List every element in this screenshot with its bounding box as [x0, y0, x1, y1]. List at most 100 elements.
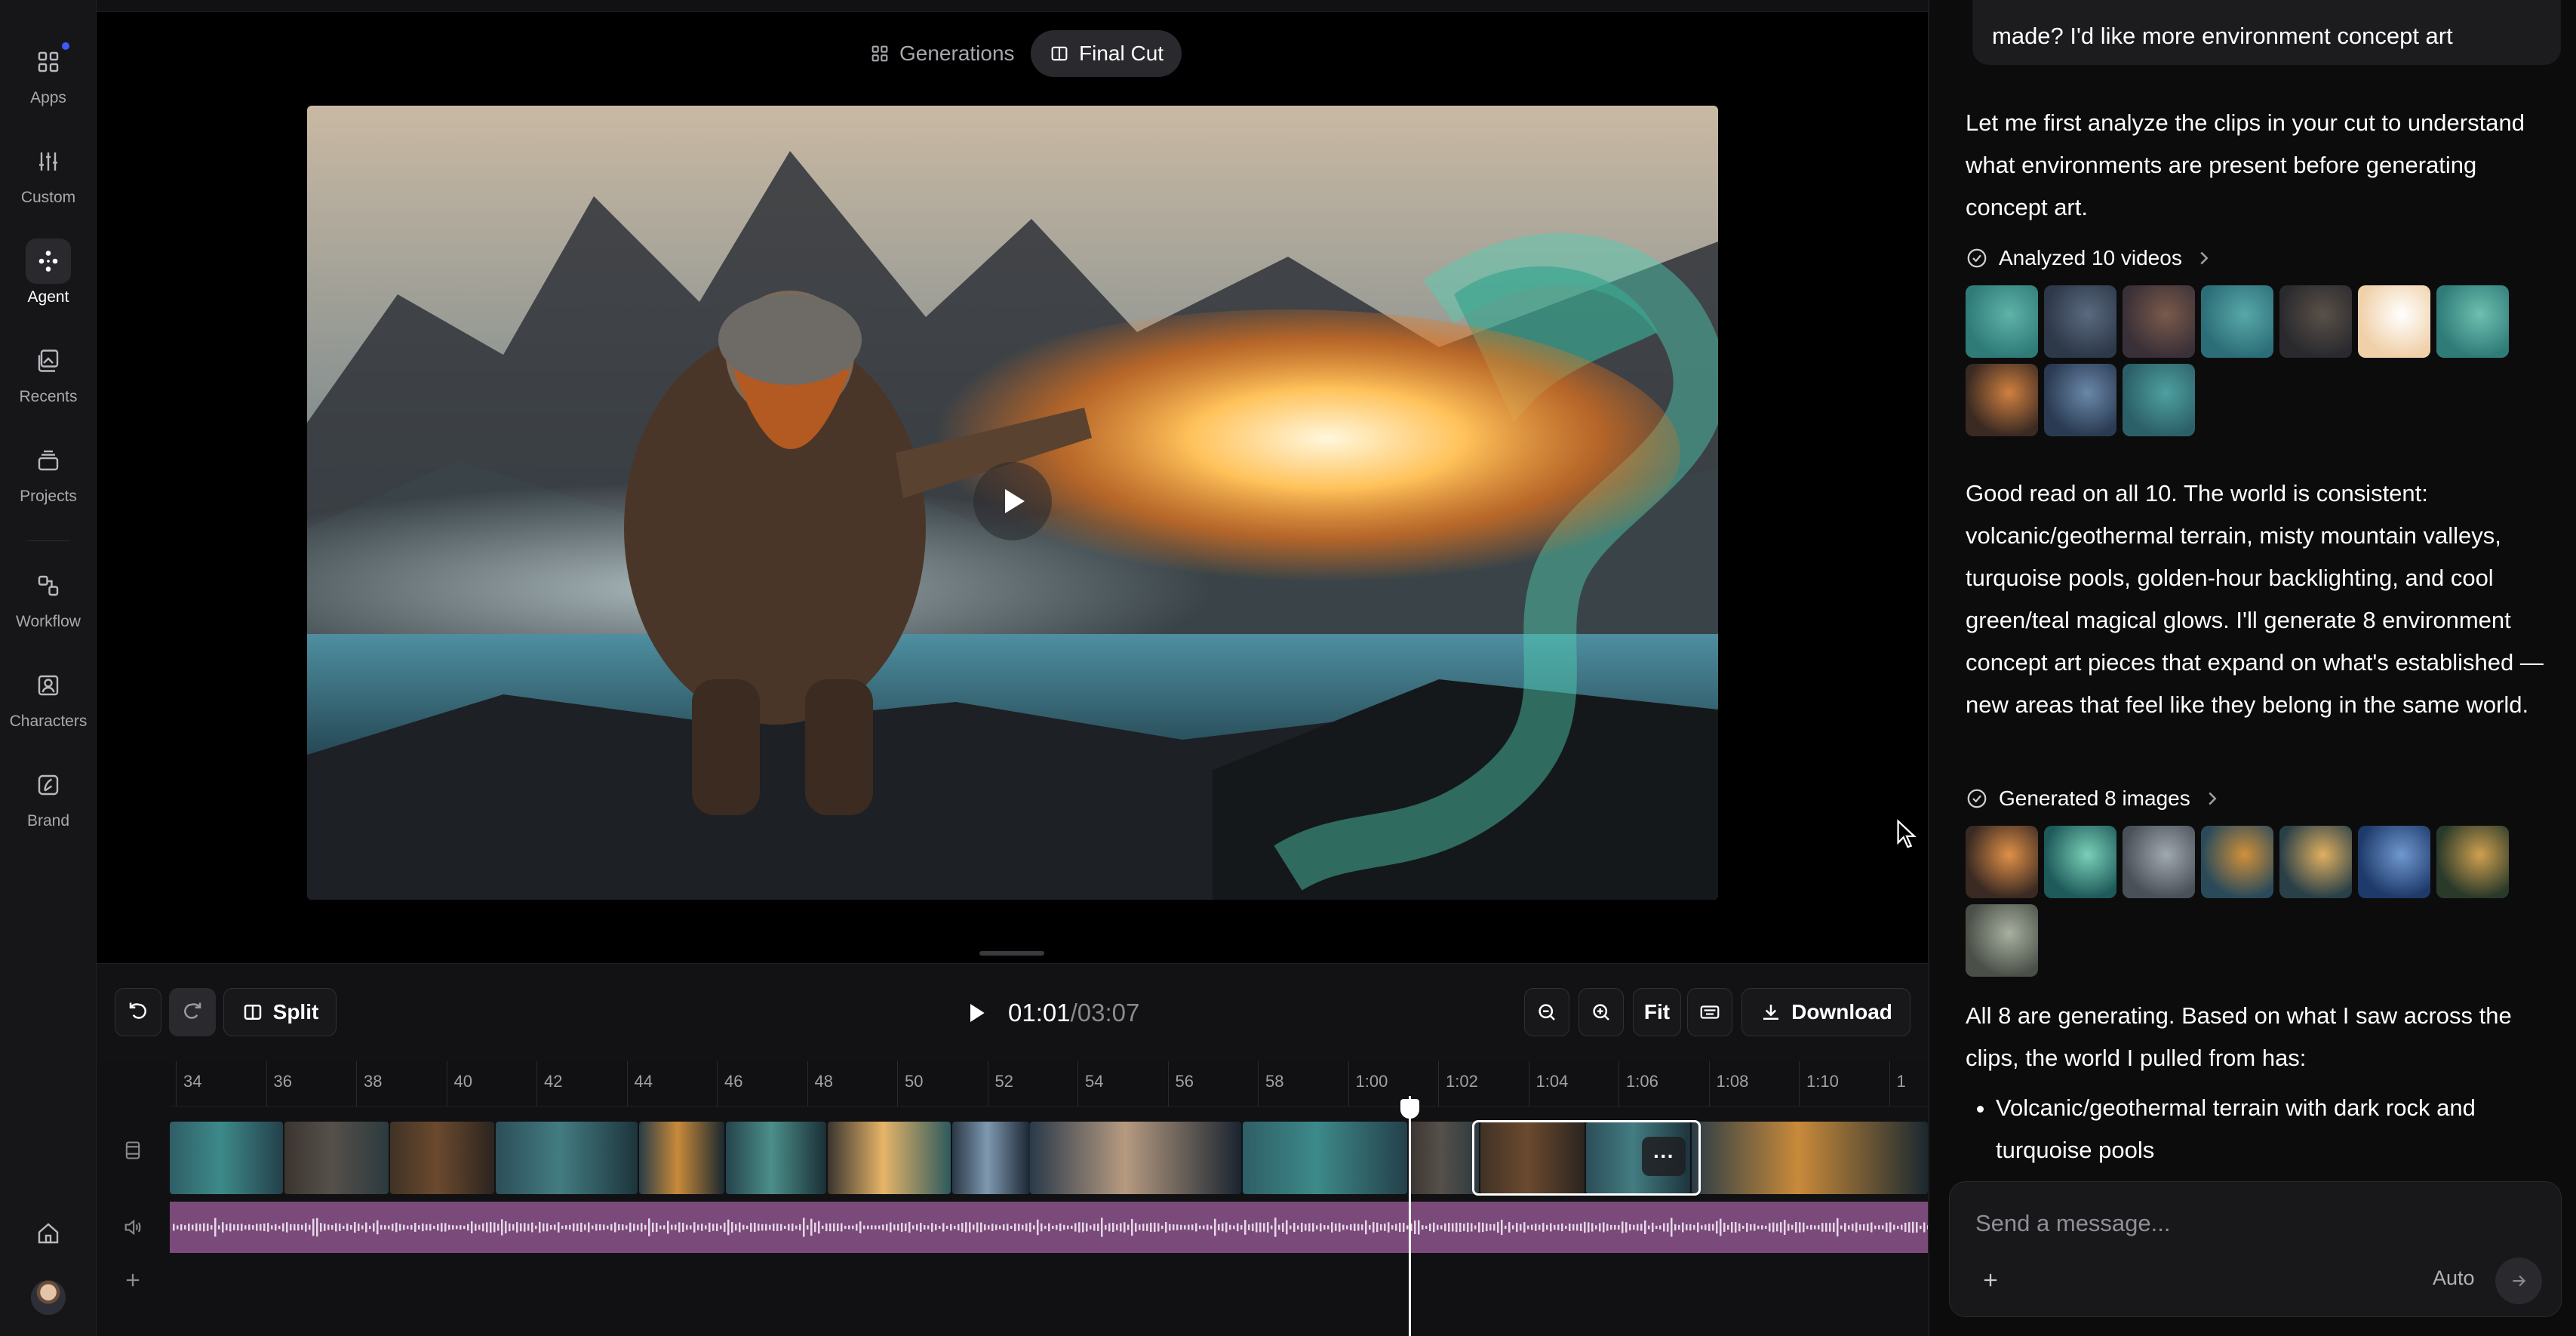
captions-button[interactable]	[1687, 988, 1732, 1036]
timeline-clip[interactable]	[390, 1122, 494, 1194]
waveform-bar	[1252, 1224, 1254, 1231]
video-thumbnail[interactable]	[1966, 364, 2038, 436]
ruler-tick	[1348, 1061, 1349, 1107]
waveform-bar	[1003, 1224, 1005, 1230]
zoom-out-button[interactable]	[1524, 988, 1569, 1036]
waveform-bar	[908, 1221, 911, 1233]
waveform-bar	[1259, 1222, 1262, 1233]
timeline-clip[interactable]	[952, 1122, 1030, 1194]
tab-final-cut[interactable]: Final Cut	[1031, 30, 1182, 77]
waveform-bar	[758, 1224, 760, 1231]
waveform-bar	[942, 1223, 945, 1232]
tool-call-generated[interactable]: Generated 8 images	[1966, 783, 2224, 814]
nav-item-characters[interactable]: Characters	[0, 663, 97, 746]
waveform-bar	[1701, 1225, 1703, 1230]
projects-stack-icon	[26, 438, 71, 483]
video-thumbnail[interactable]	[2436, 285, 2509, 358]
video-thumbnail[interactable]	[1966, 285, 2038, 358]
nav-item-recents[interactable]: Recents	[0, 338, 97, 421]
nav-item-agent[interactable]: Agent	[0, 239, 97, 322]
video-thumbnail[interactable]	[2279, 285, 2352, 358]
play-button[interactable]	[973, 462, 1052, 540]
waveform-bar	[626, 1225, 628, 1230]
image-thumbnail[interactable]	[2358, 826, 2430, 898]
waveform-bar	[1486, 1223, 1488, 1232]
split-button[interactable]: Split	[223, 988, 337, 1036]
timeline-clip[interactable]	[496, 1122, 638, 1194]
playhead[interactable]	[1409, 1096, 1411, 1336]
clip-more-button[interactable]: ···	[1642, 1137, 1686, 1176]
audio-track[interactable]	[170, 1202, 1928, 1253]
home-button[interactable]	[0, 1211, 97, 1256]
image-thumbnail[interactable]	[2279, 826, 2352, 898]
waveform-bar	[1603, 1222, 1605, 1233]
nav-item-custom[interactable]: Custom	[0, 139, 97, 222]
timeline-clip[interactable]	[170, 1122, 283, 1194]
audio-volume-icon[interactable]	[119, 1214, 146, 1241]
waveform-bar	[422, 1223, 424, 1232]
image-thumbnail[interactable]	[2044, 826, 2116, 898]
waveform-bar	[1640, 1224, 1643, 1231]
timeline-clip[interactable]	[639, 1122, 724, 1194]
resize-handle[interactable]	[979, 951, 1044, 956]
ruler-tick	[807, 1061, 808, 1107]
nav-item-brand[interactable]: Brand	[0, 762, 97, 845]
waveform-bar	[1274, 1217, 1277, 1237]
video-thumbnail[interactable]	[2044, 364, 2116, 436]
waveform-bar	[629, 1222, 632, 1233]
timeline-clip[interactable]	[1243, 1122, 1407, 1194]
waveform-bar	[739, 1222, 741, 1233]
video-thumbnail[interactable]	[2201, 285, 2273, 358]
timeline-clip[interactable]	[828, 1122, 951, 1194]
timeline-clip[interactable]	[284, 1122, 389, 1194]
image-thumbnail[interactable]	[2436, 826, 2509, 898]
tool-call-analyzed[interactable]: Analyzed 10 videos	[1966, 243, 2215, 273]
nav-item-projects[interactable]: Projects	[0, 438, 97, 521]
message-composer: Auto	[1949, 1181, 2562, 1317]
nav-item-workflow[interactable]: Workflow	[0, 563, 97, 646]
nav-item-apps[interactable]: Apps	[0, 39, 97, 122]
message-input[interactable]	[1975, 1205, 2504, 1242]
play-icon[interactable]	[964, 1001, 988, 1025]
waveform-bar	[746, 1225, 749, 1230]
zoom-in-button[interactable]	[1578, 988, 1624, 1036]
image-thumbnail[interactable]	[2123, 826, 2195, 898]
waveform-bar	[1806, 1225, 1809, 1230]
waveform-bar	[1422, 1225, 1424, 1230]
undo-button[interactable]	[115, 988, 161, 1036]
waveform-bar	[1391, 1225, 1394, 1230]
image-thumbnail[interactable]	[1966, 904, 2038, 977]
sliders-icon	[26, 139, 71, 184]
fit-button[interactable]: Fit	[1633, 988, 1681, 1036]
video-thumbnail[interactable]	[2123, 285, 2195, 358]
waveform-bar	[1588, 1222, 1590, 1233]
waveform-bar	[309, 1224, 311, 1230]
video-thumbnail[interactable]	[2123, 364, 2195, 436]
waveform-bar	[373, 1223, 375, 1232]
video-thumbnail[interactable]	[2358, 285, 2430, 358]
waveform-bar	[1716, 1221, 1718, 1234]
image-thumbnail[interactable]	[2201, 826, 2273, 898]
ruler-tick-label: 46	[724, 1072, 743, 1091]
track-headers	[97, 1107, 170, 1336]
waveform-bar	[859, 1221, 862, 1233]
timeline-clip[interactable]	[1409, 1122, 1479, 1194]
timeline-clip[interactable]	[1030, 1122, 1241, 1194]
video-thumbnail[interactable]	[2044, 285, 2116, 358]
waveform-bar	[1489, 1224, 1492, 1231]
mode-selector[interactable]: Auto	[2433, 1267, 2475, 1290]
user-avatar[interactable]	[31, 1280, 66, 1315]
tab-generations[interactable]: Generations	[851, 30, 1033, 77]
waveform-bar	[735, 1224, 737, 1231]
attach-button[interactable]	[1975, 1265, 2006, 1295]
timeline-clip[interactable]	[1692, 1122, 1928, 1194]
redo-button[interactable]	[169, 988, 216, 1036]
send-button[interactable]	[2495, 1258, 2542, 1304]
timeline-ruler[interactable]: 34 36 38 40 42 44 46 48 50 52 54 56 58 1:00 1:02 1:04 1:…	[170, 1061, 1928, 1107]
add-track-icon[interactable]	[119, 1267, 146, 1294]
waveform-bar	[294, 1224, 296, 1231]
timeline-clip[interactable]	[726, 1122, 826, 1194]
download-button[interactable]: Download	[1741, 988, 1910, 1036]
image-thumbnail[interactable]	[1966, 826, 2038, 898]
waveform-bar	[407, 1225, 409, 1230]
